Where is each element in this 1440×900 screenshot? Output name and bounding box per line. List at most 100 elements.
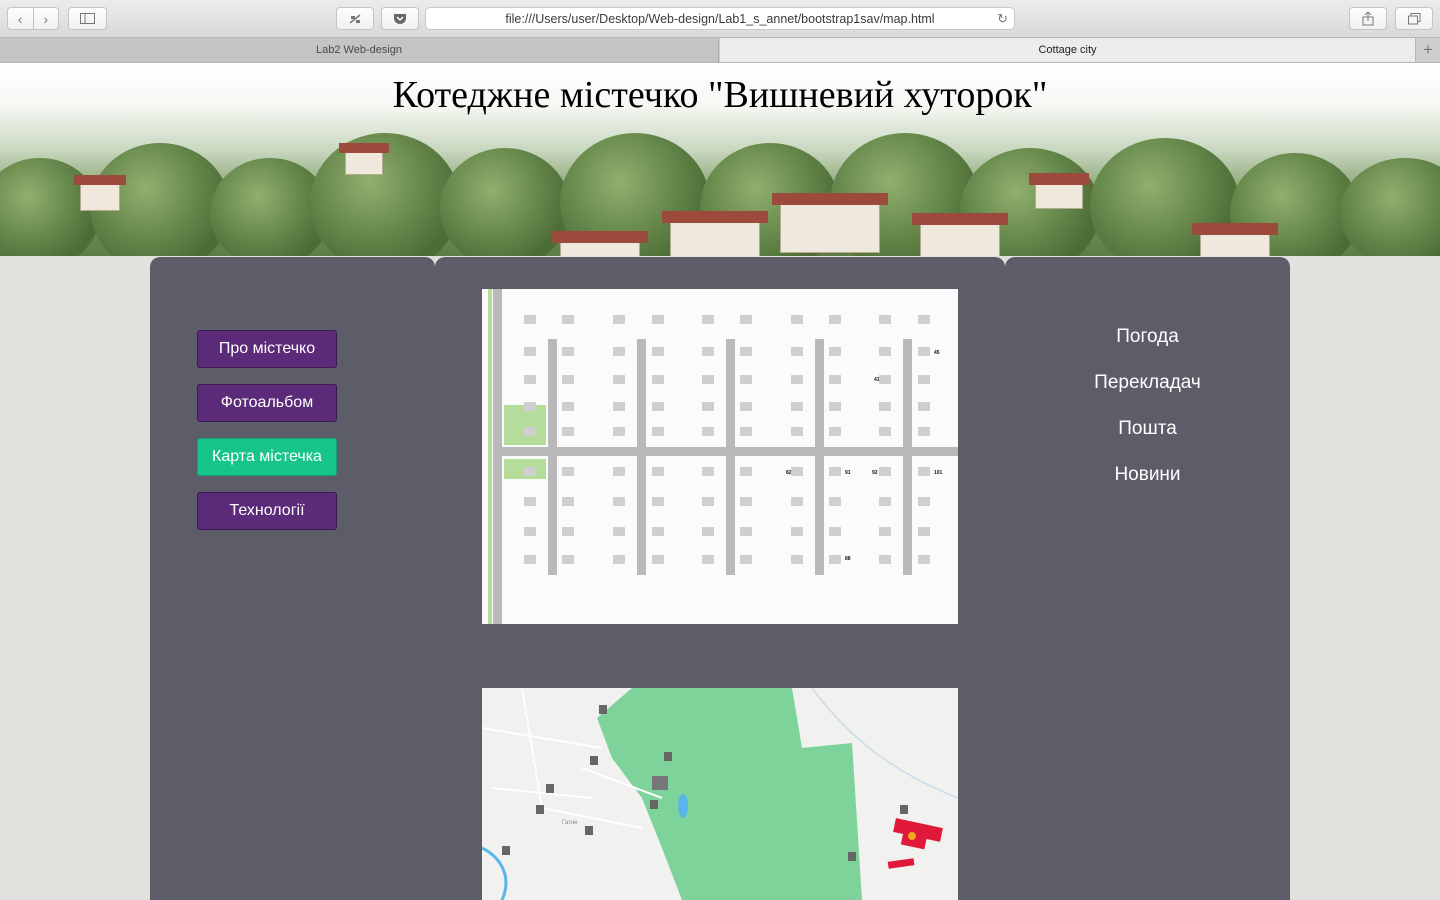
plan-lot <box>791 347 803 356</box>
satellite-icon <box>349 13 361 24</box>
plan-lot <box>562 402 574 411</box>
forward-icon[interactable]: › <box>34 8 59 29</box>
plan-lot <box>879 402 891 411</box>
plan-lot <box>562 315 574 324</box>
plan-lot <box>702 375 714 384</box>
plan-lot-label: 45 <box>934 350 940 356</box>
address-bar[interactable]: file:///Users/user/Desktop/Web-design/La… <box>425 7 1015 30</box>
plan-lot <box>652 555 664 564</box>
tree-illustration <box>440 148 570 256</box>
plan-lot <box>652 467 664 476</box>
plan-lot <box>613 527 625 536</box>
house-illustration <box>560 241 640 256</box>
plan-lot <box>562 497 574 506</box>
plan-lot <box>829 555 841 564</box>
plan-street <box>815 339 824 575</box>
map-poi-icon <box>848 852 856 861</box>
menu-button-town-map[interactable]: Карта містечка <box>197 438 337 476</box>
plan-lot <box>879 497 891 506</box>
share-button[interactable] <box>1349 7 1387 30</box>
plan-lot <box>652 402 664 411</box>
new-tab-icon[interactable]: + <box>1415 38 1440 62</box>
plan-lot <box>524 467 536 476</box>
reload-icon[interactable]: ↻ <box>997 11 1008 27</box>
roof-illustration <box>772 193 888 205</box>
tab-label: Cottage city <box>1038 44 1097 56</box>
map-location-marker-icon <box>908 832 916 840</box>
menu-button-about[interactable]: Про містечко <box>197 330 337 368</box>
plan-lot <box>879 347 891 356</box>
plan-lot-label: 101 <box>934 470 943 476</box>
plan-lot <box>562 375 574 384</box>
plan-lot <box>740 527 752 536</box>
map-poi-icon <box>502 846 510 855</box>
extension-button[interactable] <box>336 7 374 30</box>
plan-lot <box>562 347 574 356</box>
roof-illustration <box>1029 173 1089 185</box>
plan-lot <box>791 527 803 536</box>
tab-cottage-city[interactable]: Cottage city <box>720 38 1415 62</box>
plan-lot <box>613 402 625 411</box>
plan-lot-label: 88 <box>845 556 851 562</box>
menu-button-photoalbum[interactable]: Фотоальбом <box>197 384 337 422</box>
plan-lot <box>524 527 536 536</box>
plan-lot <box>740 315 752 324</box>
plan-lot <box>652 347 664 356</box>
plan-lot <box>562 467 574 476</box>
house-illustration <box>345 151 383 175</box>
location-map-image: Гатне <box>482 688 958 900</box>
history-navigation: ‹ › <box>7 7 59 30</box>
tabs-overview-button[interactable] <box>1395 7 1433 30</box>
map-poi-icon <box>650 800 658 809</box>
plan-lot <box>524 555 536 564</box>
pocket-button[interactable] <box>381 7 419 30</box>
map-cottage-area <box>887 858 915 869</box>
plan-lot <box>879 467 891 476</box>
back-icon[interactable]: ‹ <box>8 8 34 29</box>
left-sidebar: Про містечко Фотоальбом Карта містечка Т… <box>150 257 435 900</box>
plan-lot <box>524 402 536 411</box>
roof-illustration <box>1192 223 1278 235</box>
tree-illustration <box>1340 158 1440 256</box>
plan-lot <box>829 497 841 506</box>
link-news[interactable]: Новини <box>1005 464 1290 486</box>
plan-lot <box>918 402 930 411</box>
browser-toolbar: ‹ › file:///Users/user/Desktop/Web-desig… <box>0 0 1440 38</box>
plan-lot <box>524 347 536 356</box>
plan-lot <box>613 375 625 384</box>
link-mail[interactable]: Пошта <box>1005 418 1290 440</box>
map-poi-icon <box>536 805 544 814</box>
house-illustration <box>1200 233 1270 256</box>
map-graphic: Гатне <box>482 688 958 900</box>
plan-lot <box>791 467 803 476</box>
plan-park <box>504 405 546 445</box>
roof-illustration <box>552 231 648 243</box>
plan-lot <box>652 497 664 506</box>
tab-lab2[interactable]: Lab2 Web-design <box>0 38 719 62</box>
plan-lot <box>702 315 714 324</box>
plan-street <box>637 339 646 575</box>
page-title: Котеджне містечко "Вишневий хуторок" <box>392 74 1048 116</box>
plan-lot <box>702 527 714 536</box>
plan-main-road <box>493 289 502 624</box>
plan-lot <box>740 497 752 506</box>
plan-lot <box>702 497 714 506</box>
plan-lot <box>879 555 891 564</box>
roof-illustration <box>912 213 1008 225</box>
plan-lot <box>740 555 752 564</box>
map-poi-icon <box>546 784 554 793</box>
plan-lot <box>740 347 752 356</box>
map-river <box>482 846 508 900</box>
menu-button-technologies[interactable]: Технології <box>197 492 337 530</box>
map-poi-icon <box>585 826 593 835</box>
plan-lot <box>918 555 930 564</box>
house-illustration <box>920 223 1000 256</box>
link-translator[interactable]: Перекладач <box>1005 372 1290 394</box>
plan-lot <box>791 497 803 506</box>
plan-lot-label: 92 <box>872 470 878 476</box>
site-plan-image: 41 45 82 88 91 92 101 <box>482 289 958 624</box>
link-weather[interactable]: Погода <box>1005 326 1290 348</box>
map-lake <box>678 794 688 818</box>
plan-lot <box>829 315 841 324</box>
sidebar-toggle-button[interactable] <box>68 7 107 30</box>
